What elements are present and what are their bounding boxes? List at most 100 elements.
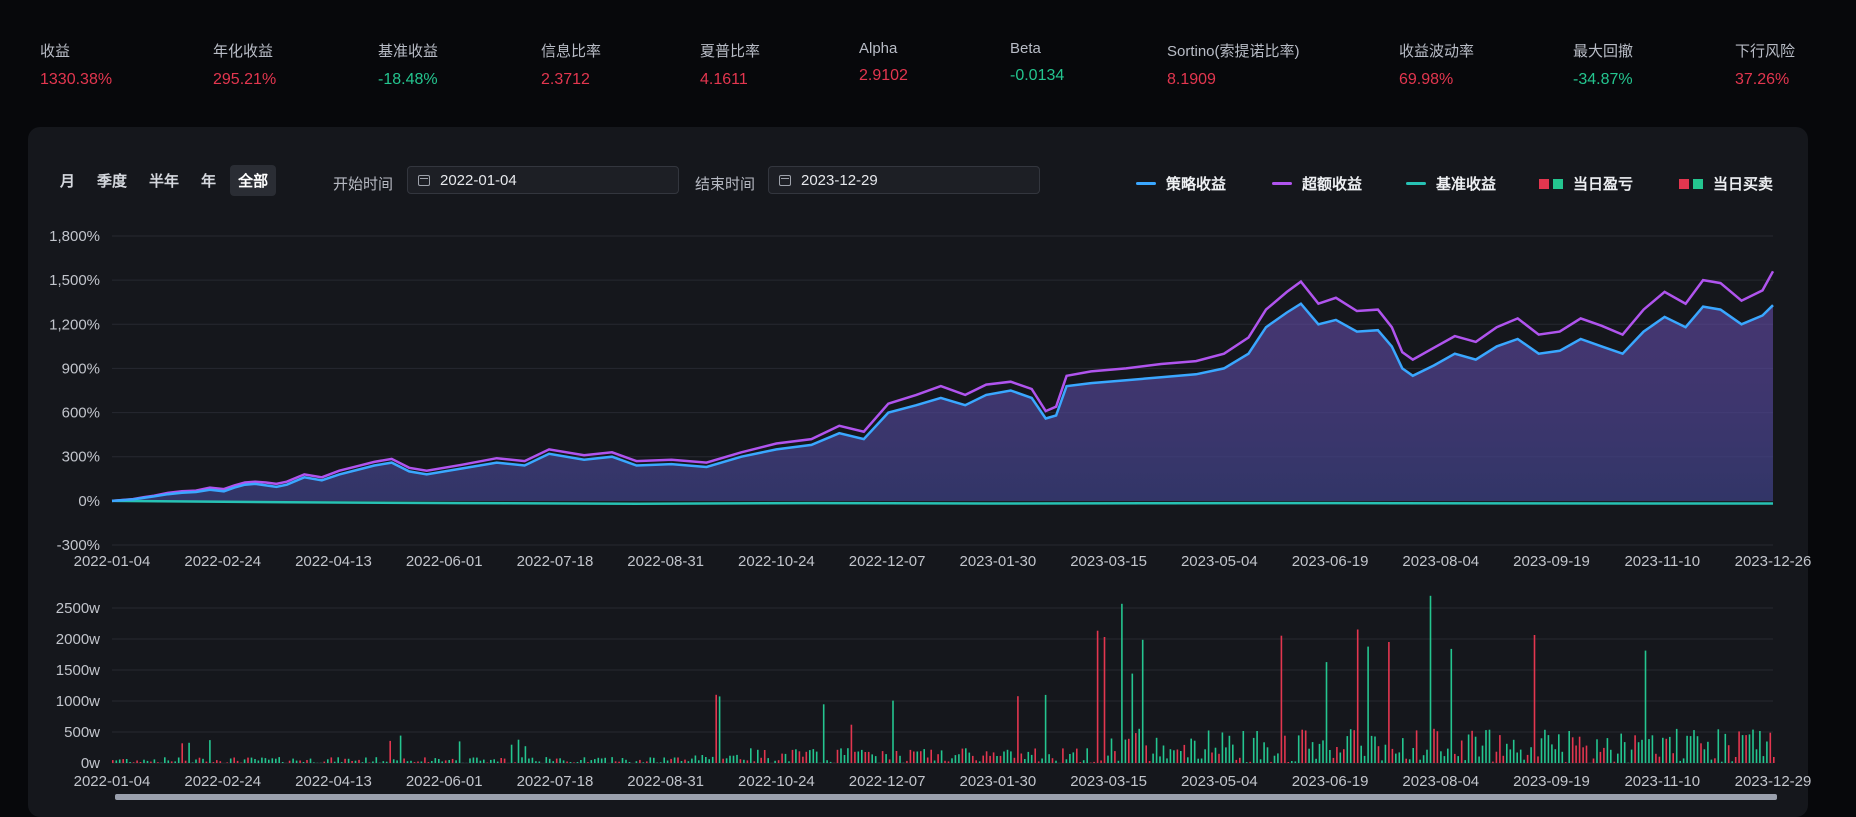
volume-bar bbox=[1048, 754, 1050, 763]
volume-bar bbox=[1062, 748, 1064, 763]
volume-bar bbox=[1728, 745, 1730, 763]
volume-bar bbox=[1000, 756, 1002, 763]
horizontal-scrollbar[interactable] bbox=[115, 794, 1777, 800]
volume-bar bbox=[441, 762, 443, 764]
volume-bar bbox=[376, 757, 378, 763]
volume-bar bbox=[1073, 752, 1075, 763]
volume-bar bbox=[643, 762, 645, 763]
volume-bar bbox=[168, 760, 170, 763]
volume-bar bbox=[216, 760, 218, 763]
y-tick-label: 600% bbox=[62, 405, 100, 422]
volume-bar bbox=[1603, 748, 1605, 763]
volume-bar bbox=[1142, 640, 1144, 763]
volume-bar bbox=[747, 760, 749, 763]
volume-bar bbox=[695, 756, 697, 764]
volume-bar bbox=[1336, 747, 1338, 763]
volume-bar bbox=[299, 761, 301, 764]
volume-bar bbox=[552, 761, 554, 763]
volume-bar bbox=[1135, 733, 1137, 763]
volume-bar bbox=[1579, 737, 1581, 763]
volume-bar bbox=[1510, 749, 1512, 763]
volume-bar bbox=[1423, 755, 1425, 763]
volume-bar bbox=[778, 760, 780, 763]
x-tick-label: 2023-06-19 bbox=[1292, 773, 1369, 790]
volume-bar bbox=[1607, 738, 1609, 763]
volume-bar bbox=[743, 760, 745, 763]
volume-bar bbox=[934, 761, 936, 764]
volume-bar bbox=[1409, 759, 1411, 763]
volume-bar bbox=[1534, 635, 1536, 763]
volume-bar bbox=[1731, 761, 1733, 763]
volume-bar bbox=[230, 759, 232, 764]
volume-bar bbox=[1284, 736, 1286, 763]
volume-bar bbox=[1451, 649, 1453, 763]
volume-bar bbox=[1319, 744, 1321, 763]
volume-bar bbox=[1347, 736, 1349, 763]
volume-bar bbox=[691, 759, 693, 763]
volume-bar bbox=[192, 763, 194, 764]
volume-bar bbox=[965, 748, 967, 763]
volume-bar bbox=[1187, 757, 1189, 763]
volume-bar bbox=[334, 762, 336, 763]
volume-bar bbox=[1225, 747, 1227, 763]
volume-bar bbox=[830, 762, 832, 763]
volume-bar bbox=[1076, 749, 1078, 763]
x-tick-label: 2023-08-04 bbox=[1402, 773, 1479, 790]
volume-bar bbox=[1676, 729, 1678, 763]
volume-bar bbox=[386, 762, 388, 763]
volume-bar bbox=[493, 759, 495, 763]
volume-bar bbox=[1312, 742, 1314, 763]
volume-bar bbox=[1180, 751, 1182, 763]
volume-bar bbox=[1322, 740, 1324, 763]
volume-bar bbox=[1551, 744, 1553, 763]
volume-bar bbox=[906, 761, 908, 763]
volume-bar bbox=[1735, 757, 1737, 763]
volume-bar bbox=[206, 762, 208, 763]
volume-bar bbox=[1170, 749, 1172, 763]
y-tick-label: -300% bbox=[57, 537, 100, 554]
volume-bar bbox=[774, 761, 776, 763]
volume-bar bbox=[722, 759, 724, 763]
volume-bar bbox=[428, 762, 430, 763]
volume-bar bbox=[629, 762, 631, 763]
y-tick-label: 0w bbox=[81, 755, 100, 772]
volume-bar bbox=[1600, 752, 1602, 763]
volume-bar bbox=[143, 760, 145, 763]
volume-bar bbox=[400, 736, 402, 763]
volume-bar bbox=[927, 758, 929, 764]
volume-bar bbox=[1301, 730, 1303, 763]
volume-bar bbox=[785, 754, 787, 763]
volume-bar bbox=[303, 762, 305, 763]
x-tick-label: 2022-12-07 bbox=[849, 553, 926, 570]
volume-bar bbox=[1360, 746, 1362, 763]
volume-bar bbox=[518, 740, 520, 763]
volume-bar bbox=[1666, 739, 1668, 763]
x-tick-label: 2022-10-24 bbox=[738, 773, 815, 790]
volume-bar bbox=[889, 759, 891, 763]
volume-bar bbox=[937, 754, 939, 763]
volume-bar bbox=[1575, 746, 1577, 764]
volume-bar bbox=[1267, 747, 1269, 763]
volume-bar bbox=[601, 759, 603, 764]
volume-bar bbox=[975, 760, 977, 763]
volume-bar bbox=[1659, 757, 1661, 763]
volume-bar bbox=[500, 758, 502, 763]
x-tick-label: 2023-03-15 bbox=[1070, 773, 1147, 790]
volume-bar bbox=[1745, 735, 1747, 763]
y-tick-label: 1500w bbox=[56, 662, 100, 679]
volume-bar bbox=[1624, 742, 1626, 763]
volume-bar bbox=[119, 760, 121, 764]
volume-bar bbox=[1718, 729, 1720, 763]
volume-bar bbox=[1492, 762, 1494, 763]
volume-bar bbox=[351, 761, 353, 763]
x-tick-label: 2022-06-01 bbox=[406, 553, 483, 570]
volume-bar bbox=[1596, 739, 1598, 763]
volume-bar bbox=[1555, 749, 1557, 763]
volume-bar bbox=[861, 750, 863, 763]
x-tick-label: 2022-02-24 bbox=[184, 773, 261, 790]
volume-bar bbox=[1270, 762, 1272, 763]
volume-bar bbox=[185, 761, 187, 763]
volume-bar bbox=[344, 759, 346, 763]
x-tick-label: 2022-12-07 bbox=[849, 773, 926, 790]
volume-bar bbox=[1385, 745, 1387, 763]
